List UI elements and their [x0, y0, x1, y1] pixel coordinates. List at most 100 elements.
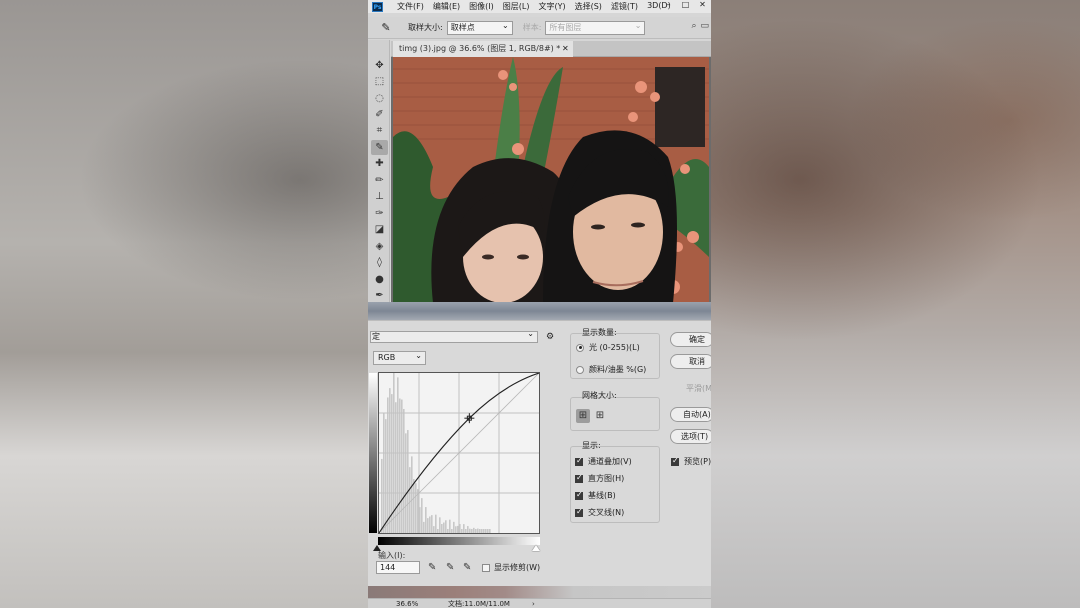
histogram-bar	[421, 498, 423, 533]
clone-stamp-icon[interactable]: ⊥	[371, 189, 388, 204]
curve-plot	[378, 372, 540, 534]
blur-tool-icon[interactable]: ◊	[371, 255, 388, 270]
pen-tool-icon[interactable]: ✒	[371, 288, 388, 303]
histogram-bar	[489, 529, 491, 533]
history-brush-icon[interactable]: ✑	[371, 206, 388, 221]
histogram-checkbox[interactable]	[575, 473, 583, 483]
preview-checkbox[interactable]	[671, 456, 679, 466]
show-clipping-row[interactable]: 显示修剪(W)	[482, 562, 540, 573]
histogram-bar	[483, 529, 485, 533]
menu-edit[interactable]: 编辑(E)	[433, 1, 460, 12]
white-eyedropper-icon[interactable]: ✎	[463, 562, 471, 573]
menu-filter[interactable]: 滤镜(T)	[611, 1, 638, 12]
workspace-icon[interactable]: ▭	[700, 21, 709, 31]
show-clipping-checkbox[interactable]	[482, 563, 490, 572]
baseline-checkbox[interactable]	[575, 490, 583, 500]
eraser-tool-icon[interactable]: ◪	[371, 222, 388, 237]
status-arrow-icon[interactable]: ›	[532, 599, 535, 608]
smooth-button[interactable]: 平滑(M)	[686, 383, 711, 394]
sample-layers-select[interactable]: 所有图层	[545, 20, 646, 35]
histogram-bar	[429, 516, 431, 533]
output-gradient-bar	[369, 373, 377, 533]
dodge-tool-icon[interactable]: ●	[371, 272, 388, 287]
maximize-button[interactable]: □	[677, 0, 694, 10]
channel-overlay-label: 通道叠加(V)	[588, 457, 632, 466]
light-option-row[interactable]: 光 (0-255)(L)	[576, 342, 640, 353]
light-radio[interactable]	[576, 343, 584, 352]
close-window-button[interactable]: ✕	[694, 0, 711, 10]
histogram-bar	[461, 529, 463, 533]
histogram-bar	[471, 528, 473, 533]
options-bar-icons: ⌕ ▭	[691, 21, 709, 31]
histogram-bar	[435, 514, 437, 533]
close-document-icon[interactable]: ✕	[562, 41, 569, 57]
pigment-option-row[interactable]: 颜料/油墨 %(G)	[576, 364, 646, 375]
document-tab[interactable]: timg (3).jpg @ 36.6% (图层 1, RGB/8#) *	[393, 41, 573, 57]
curves-graph-area	[368, 371, 540, 549]
black-eyedropper-icon[interactable]: ✎	[428, 562, 436, 573]
preview-label: 预览(P)	[684, 457, 711, 466]
histogram-label: 直方图(H)	[588, 474, 625, 483]
menu-image[interactable]: 图像(I)	[469, 1, 494, 12]
histogram-bar	[383, 412, 385, 533]
document-tab-bar: timg (3).jpg @ 36.6% (图层 1, RGB/8#) * ✕	[391, 41, 711, 57]
histogram-bar	[387, 397, 389, 533]
search-icon[interactable]: ⌕	[691, 21, 696, 31]
blurred-background-left	[0, 0, 368, 608]
histogram-bar	[475, 529, 477, 533]
channel-select[interactable]: RGB	[373, 350, 426, 365]
simple-grid-icon[interactable]: ⊞	[576, 409, 590, 423]
histogram-bar	[479, 529, 481, 533]
menu-layer[interactable]: 图层(L)	[503, 1, 530, 12]
white-point-slider[interactable]	[532, 545, 540, 551]
menu-type[interactable]: 文字(Y)	[538, 1, 565, 12]
ok-button[interactable]: 确定	[670, 332, 711, 347]
minimize-button[interactable]: –	[660, 0, 677, 10]
sample-label: 样本:	[522, 23, 542, 32]
baseline-row[interactable]: 基线(B)	[575, 490, 616, 501]
crosshair-label: 交叉线(N)	[588, 508, 625, 517]
paint-bucket-icon[interactable]: ◈	[371, 239, 388, 254]
document-tab-title: timg (3).jpg @ 36.6% (图层 1, RGB/8#) *	[399, 44, 561, 53]
histogram-row[interactable]: 直方图(H)	[575, 473, 624, 484]
brush-tool-icon[interactable]: ✏	[371, 173, 388, 188]
auto-button[interactable]: 自动(A)	[670, 407, 711, 422]
menu-file[interactable]: 文件(F)	[397, 1, 424, 12]
options-button[interactable]: 选项(T)	[670, 429, 711, 444]
input-value-field[interactable]: 144	[376, 561, 420, 574]
layers-strip	[368, 586, 711, 598]
histogram-bar	[385, 419, 387, 533]
cancel-button[interactable]: 取消	[670, 354, 711, 369]
histogram-bar	[481, 529, 483, 533]
histogram-bar	[381, 458, 383, 533]
histogram-bar	[449, 519, 451, 533]
histogram-bar	[409, 467, 411, 533]
eyedropper-tool-preset-icon[interactable]: ✎	[376, 20, 396, 36]
zoom-level[interactable]: 36.6%	[396, 599, 418, 608]
histogram-bar	[425, 507, 427, 533]
gear-icon[interactable]: ⚙	[546, 332, 554, 342]
eyedropper-tool-icon[interactable]: ✎	[371, 140, 388, 155]
crosshair-row[interactable]: 交叉线(N)	[575, 507, 624, 518]
crosshair-checkbox[interactable]	[575, 507, 583, 517]
sample-size-select[interactable]: 取样点	[446, 20, 513, 35]
preview-row[interactable]: 预览(P)	[671, 456, 711, 467]
preset-select[interactable]: 定	[370, 329, 538, 343]
histogram-bar	[455, 526, 457, 533]
histogram-bar	[401, 399, 403, 533]
menu-select[interactable]: 选择(S)	[575, 1, 602, 12]
gray-eyedropper-icon[interactable]: ✎	[446, 562, 454, 573]
channel-overlay-row[interactable]: 通道叠加(V)	[575, 456, 632, 467]
canvas-area[interactable]	[391, 57, 711, 303]
move-tool-icon[interactable]: ✥	[371, 58, 388, 73]
curves-graph[interactable]	[378, 372, 540, 534]
marquee-tool-icon[interactable]: ⬚	[371, 74, 388, 89]
lasso-tool-icon[interactable]: ◌	[371, 91, 388, 106]
crop-tool-icon[interactable]: ⌗	[371, 123, 388, 138]
healing-brush-icon[interactable]: ✚	[371, 156, 388, 171]
quick-select-tool-icon[interactable]: ✐	[371, 107, 388, 122]
pigment-radio[interactable]	[576, 365, 584, 374]
detailed-grid-icon[interactable]: ⊞	[593, 409, 607, 423]
histogram-bar	[427, 518, 429, 533]
channel-overlay-checkbox[interactable]	[575, 456, 583, 466]
